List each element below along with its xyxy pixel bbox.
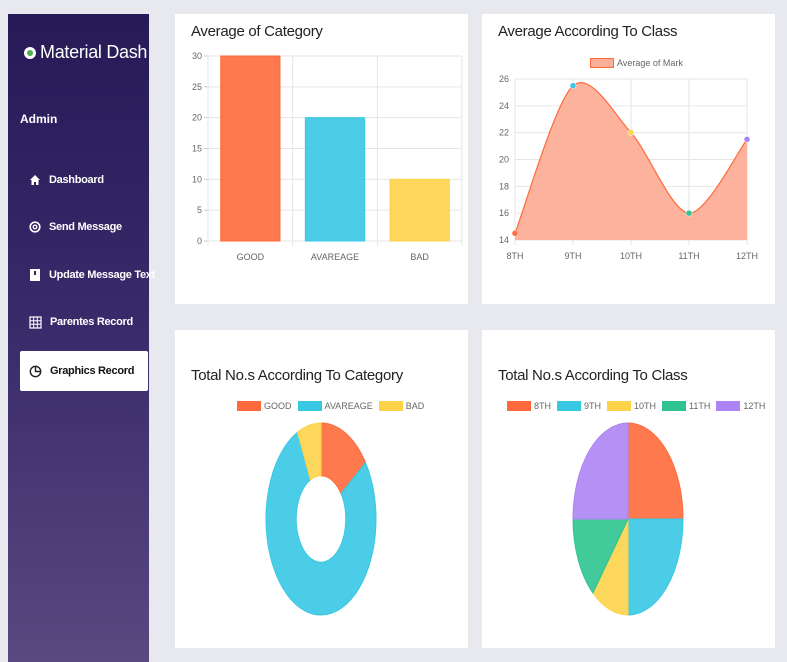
brand-logo-icon [24, 46, 36, 59]
y-tick-label: 24 [499, 101, 509, 111]
y-tick-label: 18 [499, 181, 509, 191]
bar-chart: 0 5 10 15 20 25 30 GOOD AVAREAGE BAD [192, 51, 463, 262]
data-point[interactable] [511, 230, 519, 237]
total-according-to-class-card: Total No.s According To Class 8TH 9TH 10TH… [482, 330, 775, 648]
y-tick-label: 20 [192, 113, 202, 123]
y-tick-label: 5 [197, 205, 202, 215]
average-of-category-card: Average of Category 0 5 10 15 20 25 30 GOOD AVAR… [175, 14, 468, 304]
home-icon [30, 175, 40, 185]
doughnut-chart [265, 422, 377, 616]
x-tick-label: AVAREAGE [311, 252, 359, 262]
average-according-to-class-card: Average According To Class Average of Ma… [482, 14, 775, 304]
sidebar: Material Dash Admin Dashboard Send Messa… [8, 14, 155, 662]
sidebar-item-send-message[interactable]: Send Message [20, 207, 148, 247]
bar[interactable] [220, 55, 281, 242]
data-point[interactable] [627, 129, 635, 136]
pie-chart [572, 422, 684, 616]
x-tick-label: 8TH [506, 251, 523, 261]
x-tick-label: BAD [410, 252, 429, 262]
grid-icon [29, 315, 42, 329]
y-tick-label: 26 [499, 74, 509, 84]
y-tick-label: 20 [499, 155, 509, 165]
sidebar-item-label: Update Message Text [49, 269, 155, 281]
pie-chart-icon [29, 365, 42, 377]
data-point[interactable] [685, 209, 693, 217]
x-tick-label: 10TH [620, 251, 642, 261]
sidebar-item-label: Dashboard [49, 174, 104, 186]
pie-slice[interactable] [627, 422, 684, 520]
document-icon [30, 269, 40, 281]
x-tick-label: 11TH [678, 251, 699, 261]
y-tick-label: 22 [499, 128, 509, 138]
total-according-to-category-card: Total No.s According To Category GOOD AVA… [175, 330, 468, 648]
x-tick-label: 9TH [564, 251, 581, 261]
sidebar-item-label: Parentes Record [50, 316, 133, 328]
sidebar-item-parentes-record[interactable]: Parentes Record [20, 302, 148, 342]
y-tick-label: 16 [499, 208, 509, 218]
sidebar-item-graphics-record[interactable]: Graphics Record [20, 351, 148, 391]
y-tick-label: 30 [192, 51, 202, 61]
y-tick-label: 10 [192, 174, 202, 184]
x-tick-label: 12TH [736, 251, 758, 261]
sidebar-item-dashboard[interactable]: Dashboard [20, 160, 148, 200]
y-tick-label: 25 [192, 82, 202, 92]
data-point[interactable] [569, 82, 577, 89]
brand[interactable]: Material Dash [24, 42, 147, 63]
bar[interactable] [389, 178, 450, 242]
y-tick-label: 14 [499, 235, 509, 245]
at-icon [29, 221, 41, 233]
x-tick-label: GOOD [237, 252, 265, 262]
bar[interactable] [304, 117, 366, 242]
data-point[interactable] [743, 136, 751, 143]
y-tick-label: 15 [192, 144, 202, 154]
y-tick-label: 0 [197, 236, 202, 246]
pie-slice[interactable] [572, 422, 629, 520]
sidebar-item-label: Graphics Record [50, 365, 135, 377]
pie-slice[interactable] [627, 518, 684, 616]
user-role: Admin [20, 112, 58, 126]
brand-name: Material Dash [40, 42, 148, 62]
area-chart: 14 16 18 20 22 24 26 8TH 9TH 10TH 11TH 12TH [499, 74, 758, 261]
sidebar-item-label: Send Message [49, 221, 122, 233]
sidebar-item-update-message-text[interactable]: Update Message Text [20, 255, 155, 295]
